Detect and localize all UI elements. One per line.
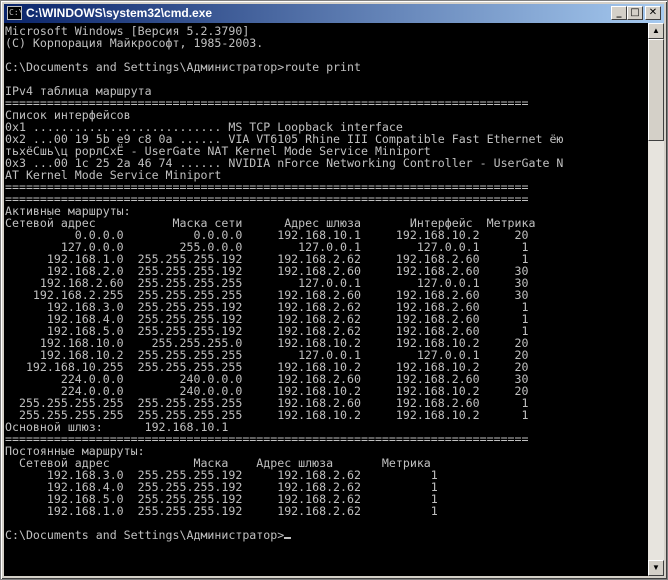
maximize-button[interactable]: □ xyxy=(627,6,643,20)
text-cursor xyxy=(284,537,292,539)
scroll-thumb[interactable] xyxy=(648,39,664,141)
vertical-scrollbar[interactable]: ▲ ▼ xyxy=(648,23,664,576)
minimize-button[interactable]: _ xyxy=(611,6,627,20)
console-text: Microsoft Windows [Версия 5.2.3790] (С) К… xyxy=(5,25,563,541)
cmd-window: C:\ C:\WINDOWS\system32\cmd.exe _ □ ✕ Mi… xyxy=(0,0,668,580)
close-button[interactable]: ✕ xyxy=(645,6,661,20)
console-line: (С) Корпорация Майкрософт, 1985-2003. xyxy=(5,36,264,50)
console-line: C:\Documents and Settings\Администратор>… xyxy=(5,60,361,74)
cmd-icon[interactable]: C:\ xyxy=(7,6,22,20)
arrow-up-icon: ▲ xyxy=(652,26,660,35)
scroll-down-button[interactable]: ▼ xyxy=(648,560,664,576)
console-line: 192.168.1.0 255.255.255.192 192.168.2.62… xyxy=(5,504,438,518)
window-title: C:\WINDOWS\system32\cmd.exe xyxy=(26,6,213,20)
console-output[interactable]: Microsoft Windows [Версия 5.2.3790] (С) К… xyxy=(4,23,648,576)
title-bar[interactable]: C:\ C:\WINDOWS\system32\cmd.exe _ □ ✕ xyxy=(4,4,664,23)
console-line: C:\Documents and Settings\Администратор> xyxy=(5,529,563,541)
scroll-up-button[interactable]: ▲ xyxy=(648,23,664,39)
arrow-down-icon: ▼ xyxy=(652,563,660,572)
